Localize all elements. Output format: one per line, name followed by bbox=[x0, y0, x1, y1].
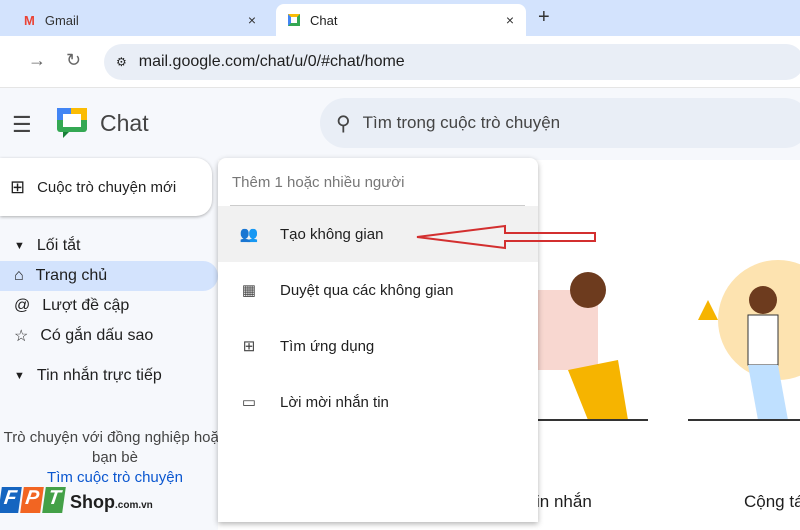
app-title: Chat bbox=[100, 110, 149, 136]
address-bar: → ↻ ⚙ mail.google.com/chat/u/0/#chat/hom… bbox=[0, 36, 800, 88]
caption-text: in nhắn bbox=[536, 492, 592, 511]
sidebar-item-label: Lượt đề cập bbox=[42, 297, 130, 314]
red-arrow-annotation bbox=[416, 224, 596, 250]
tab-chat[interactable]: Chat × bbox=[276, 4, 526, 36]
fpt-shop-watermark: FPT Shop.com.vn bbox=[0, 487, 153, 513]
menu-item-label: Duyệt qua các không gian bbox=[280, 281, 454, 299]
star-icon: ☆ bbox=[14, 328, 29, 345]
caption-text: Cộng tá bbox=[744, 492, 800, 511]
at-icon: @ bbox=[14, 297, 31, 314]
menu-item-label: Lời mời nhắn tin bbox=[280, 393, 389, 411]
sidebar-item-starred[interactable]: ☆ Có gắn dấu sao bbox=[0, 321, 218, 351]
new-chat-label: Cuộc trò chuyện mới bbox=[37, 178, 177, 196]
menu-item-message-invites[interactable]: ▭ Lời mời nhắn tin bbox=[218, 374, 538, 430]
new-tab-button[interactable]: + bbox=[538, 6, 550, 29]
tab-gmail[interactable]: M Gmail × bbox=[12, 4, 268, 36]
caret-down-icon: ▼ bbox=[14, 370, 25, 382]
add-people-input[interactable]: Thêm 1 hoặc nhiều người bbox=[230, 170, 525, 206]
close-tab-icon[interactable]: × bbox=[506, 12, 514, 28]
new-chat-dropdown: Thêm 1 hoặc nhiều người 👥 Tạo không gian … bbox=[218, 158, 538, 522]
chat-icon bbox=[288, 14, 300, 26]
search-bar[interactable]: ⚲ Tìm trong cuộc trò chuyện bbox=[320, 98, 800, 148]
section-shortcuts[interactable]: ▼ Lối tắt bbox=[0, 231, 218, 261]
menu-icon[interactable]: ☰ bbox=[12, 112, 32, 138]
section-label: Tin nhắn trực tiếp bbox=[36, 367, 162, 384]
sidebar-item-label: Có gắn dấu sao bbox=[40, 327, 154, 344]
tab-label: Gmail bbox=[44, 12, 79, 28]
group-add-icon: 👥 bbox=[239, 226, 259, 243]
url-field[interactable]: ⚙ mail.google.com/chat/u/0/#chat/home bbox=[104, 44, 800, 80]
find-chat-link[interactable]: Tìm cuộc trò chuyện bbox=[0, 468, 230, 488]
menu-item-browse-spaces[interactable]: ▦ Duyệt qua các không gian bbox=[218, 262, 538, 318]
section-label: Lối tắt bbox=[36, 237, 81, 254]
menu-item-label: Tìm ứng dụng bbox=[280, 337, 375, 355]
search-placeholder: Tìm trong cuộc trò chuyện bbox=[362, 113, 561, 132]
menu-item-find-apps[interactable]: ⊞ Tìm ứng dụng bbox=[218, 318, 538, 374]
empty-state: Trò chuyện với đồng nghiệp hoặc bạn bè T… bbox=[0, 428, 230, 488]
section-direct-messages[interactable]: ▼ Tin nhắn trực tiếp bbox=[0, 361, 218, 391]
caret-down-icon: ▼ bbox=[14, 240, 25, 252]
new-chat-button[interactable]: ⊞ Cuộc trò chuyện mới bbox=[0, 158, 212, 216]
apps-icon: ⊞ bbox=[242, 338, 256, 355]
home-icon: ⌂ bbox=[14, 267, 24, 284]
forward-icon[interactable]: → bbox=[28, 50, 46, 71]
tab-bar: M Gmail × Chat × + bbox=[0, 0, 800, 36]
gmail-icon: M bbox=[24, 12, 35, 28]
menu-item-label: Tạo không gian bbox=[280, 225, 384, 243]
sidebar-item-home[interactable]: ⌂ Trang chủ bbox=[0, 261, 218, 291]
tab-label: Chat bbox=[310, 12, 338, 28]
message-invite-icon: ▭ bbox=[241, 394, 257, 411]
new-chat-icon: ⊞ bbox=[10, 176, 26, 197]
illustration-person-dog bbox=[528, 272, 648, 421]
sidebar-item-label: Trang chủ bbox=[35, 267, 108, 284]
reload-icon[interactable]: ↻ bbox=[66, 50, 81, 71]
close-tab-icon[interactable]: × bbox=[248, 12, 256, 28]
empty-text: Trò chuyện với đồng nghiệp hoặc bạn bè bbox=[3, 429, 227, 466]
search-icon: ⚲ bbox=[336, 112, 351, 135]
site-settings-icon[interactable]: ⚙ bbox=[116, 55, 127, 69]
sidebar-item-mentions[interactable]: @ Lượt đề cập bbox=[0, 291, 218, 321]
grid-icon: ▦ bbox=[241, 282, 257, 299]
chat-logo-icon bbox=[57, 108, 87, 138]
illustration-person-collab bbox=[688, 260, 800, 421]
url-text: mail.google.com/chat/u/0/#chat/home bbox=[138, 53, 405, 70]
